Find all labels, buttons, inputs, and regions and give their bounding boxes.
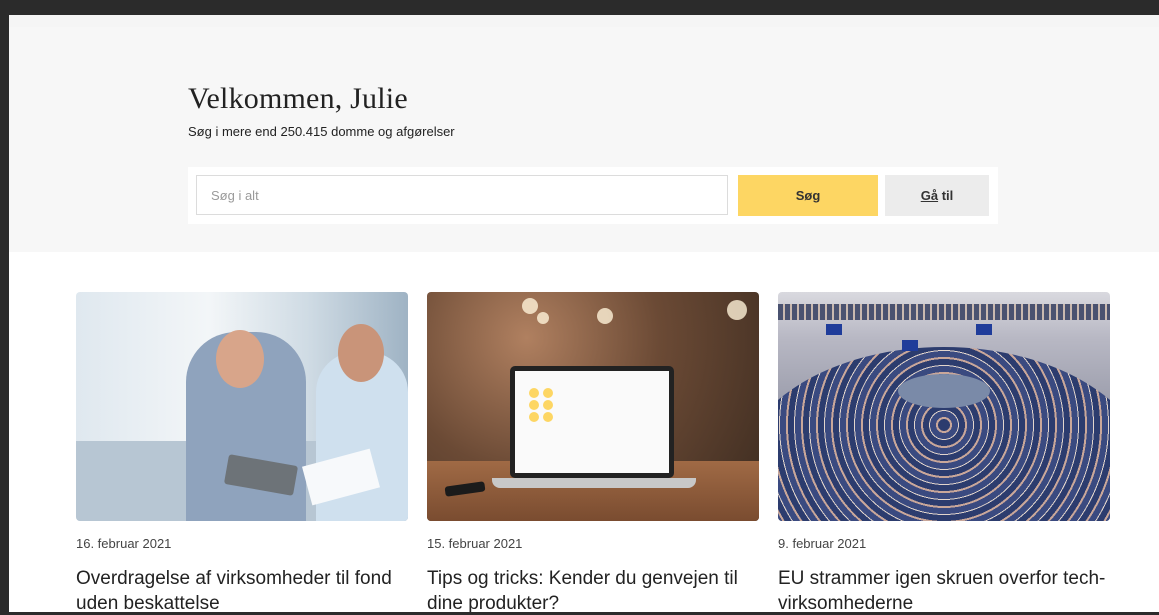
article-date: 16. februar 2021 — [76, 536, 172, 551]
photo-person-head — [338, 324, 384, 382]
goto-label-rest: til — [938, 188, 954, 203]
search-input[interactable] — [196, 175, 728, 215]
article-title[interactable]: Tips og tricks: Kender du genvejen til d… — [427, 566, 767, 612]
search-button[interactable]: Søg — [738, 175, 878, 216]
photo-floor — [898, 374, 990, 408]
welcome-subtitle: Søg i mere end 250.415 domme og afgørels… — [188, 124, 455, 139]
news-card[interactable]: 15. februar 2021 Tips og tricks: Kender … — [427, 292, 759, 612]
eu-flag — [902, 340, 918, 351]
hero-section: Velkommen, Julie Søg i mere end 250.415 … — [9, 27, 1159, 252]
news-card[interactable]: 16. februar 2021 Overdragelse af virksom… — [76, 292, 408, 612]
photo-gallery — [778, 304, 1110, 320]
photo-light — [522, 298, 538, 314]
photo-screen-tiles — [527, 387, 567, 427]
article-date: 9. februar 2021 — [778, 536, 867, 551]
goto-button[interactable]: Gå til — [885, 175, 989, 216]
article-title[interactable]: Overdragelse af virksomheder til fond ud… — [76, 566, 416, 612]
news-card[interactable]: 9. februar 2021 EU strammer igen skruen … — [778, 292, 1110, 612]
eu-flag — [976, 324, 992, 335]
photo-laptop-base — [492, 478, 696, 488]
photo-person-head — [216, 330, 264, 388]
photo-laptop-screen — [510, 366, 674, 478]
welcome-heading: Velkommen, Julie — [188, 82, 408, 115]
eu-flag — [826, 324, 842, 335]
laptop-on-table-photo[interactable] — [427, 292, 759, 521]
top-strip — [9, 15, 1159, 27]
photo-light — [597, 308, 613, 324]
article-date: 15. februar 2021 — [427, 536, 523, 551]
photo-light — [537, 312, 549, 324]
european-parliament-photo[interactable] — [778, 292, 1110, 521]
search-bar: Søg Gå til — [188, 167, 998, 224]
photo-light — [727, 300, 747, 320]
browser-viewport: Velkommen, Julie Søg i mere end 250.415 … — [9, 15, 1159, 612]
goto-label-underlined: Gå — [920, 188, 939, 203]
photo-laptop-display — [515, 371, 669, 473]
business-meeting-photo[interactable] — [76, 292, 408, 521]
article-title[interactable]: EU strammer igen skruen overfor tech-vir… — [778, 566, 1118, 612]
